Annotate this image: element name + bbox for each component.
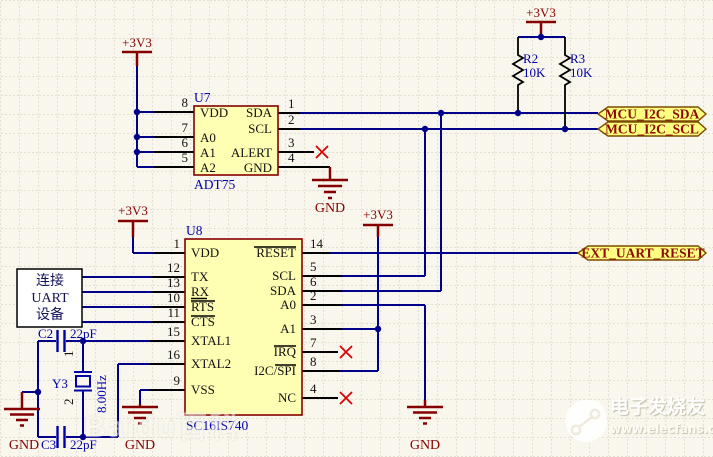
junction-dot xyxy=(35,389,41,395)
chip-u7-designator: U7 xyxy=(194,90,211,105)
pin-number: 7 xyxy=(310,335,317,350)
junction-dot xyxy=(80,338,86,344)
junction-dot xyxy=(80,434,86,440)
junction-dot xyxy=(562,126,568,132)
chip-u8-designator: U8 xyxy=(186,223,203,238)
crystal-pin2-number: 2 xyxy=(61,399,76,406)
pin-number: 15 xyxy=(167,324,180,339)
pin-number: 10 xyxy=(167,290,180,305)
resistor-r3-value: 10K xyxy=(570,65,593,80)
pin-name: RX xyxy=(191,284,210,299)
pin-number: 5 xyxy=(310,259,317,274)
pin-number: 11 xyxy=(167,305,180,320)
crystal-body xyxy=(76,376,90,387)
power-rail-label: +3V3 xyxy=(118,203,148,218)
pin-number: 9 xyxy=(174,373,181,388)
pin-name: NC xyxy=(278,390,296,405)
pin-name: A0 xyxy=(280,297,296,312)
pin-name: VSS xyxy=(191,382,215,397)
pin-number: 8 xyxy=(182,95,189,110)
uart-box-line2: UART xyxy=(31,291,69,306)
uart-device-box: 连接 UART 设备 xyxy=(17,269,82,327)
pin-name: SDA xyxy=(246,105,273,120)
pin-number: 6 xyxy=(182,135,189,150)
chip-u7-part: ADT75 xyxy=(194,177,235,192)
port-label: MCU_I2C_SDA xyxy=(605,107,700,122)
pin-name: XTAL2 xyxy=(191,356,231,371)
junction-dot xyxy=(438,110,444,116)
elecfans-logo-icon xyxy=(565,400,607,442)
pin-number: 4 xyxy=(288,150,295,165)
junction-dot xyxy=(538,34,544,40)
ground-label: GND xyxy=(9,438,39,453)
pin-name: SDA xyxy=(270,283,297,298)
pin-name: A2 xyxy=(200,160,216,175)
pin-number: 7 xyxy=(182,120,189,135)
chip-u8-part: SC16IS740 xyxy=(186,418,249,433)
chip-u8: U8 SC16IS740 1 12 13 10 11 15 16 9 14 5 … xyxy=(167,223,324,433)
uart-box-line3: 设备 xyxy=(36,306,64,323)
junction-dot xyxy=(422,126,428,132)
crystal-pin1-number: 1 xyxy=(61,351,76,358)
junction-dot xyxy=(375,326,381,332)
pin-name: XTAL1 xyxy=(191,333,231,348)
junction-dot xyxy=(515,110,521,116)
pin-name: A0 xyxy=(200,130,216,145)
power-rail-label: +3V3 xyxy=(526,5,556,20)
port-mcu-i2c-sda: MCU_I2C_SDA xyxy=(598,107,706,122)
pin-number: 2 xyxy=(310,288,317,303)
pin-number: 6 xyxy=(310,274,317,289)
pin-name: ALERT xyxy=(231,145,272,160)
pin-number: 3 xyxy=(288,135,295,150)
pin-name: SCL xyxy=(272,268,296,283)
schematic-canvas: R2 10K R3 10K +3V3 +3V3 +3V3 +3V3 GND GN… xyxy=(0,0,713,457)
crystal-value: 8.00Hz xyxy=(94,375,109,413)
pin-name: SCL xyxy=(248,121,272,136)
junction-dot xyxy=(134,134,140,140)
resistor-r2-ref: R2 xyxy=(523,51,538,66)
uart-box-line1: 连接 xyxy=(36,272,64,289)
capacitor-c3-ref: C3 xyxy=(41,437,56,452)
power-rail-label: +3V3 xyxy=(363,207,393,222)
resistor-r2-value: 10K xyxy=(523,65,546,80)
junction-dot xyxy=(134,149,140,155)
pin-number: 3 xyxy=(310,312,317,327)
pin-name: A1 xyxy=(200,145,216,160)
port-label: EXT_UART_RESET xyxy=(581,246,704,261)
port-label: MCU_I2C_SCL xyxy=(605,122,699,137)
port-mcu-i2c-scl: MCU_I2C_SCL xyxy=(598,122,706,137)
ground-label: GND xyxy=(315,201,345,216)
schematic-drawing: R2 10K R3 10K +3V3 +3V3 +3V3 +3V3 GND GN… xyxy=(0,0,713,457)
pin-name: VDD xyxy=(200,105,228,120)
resistor-r3-ref: R3 xyxy=(570,51,585,66)
pin-number: 1 xyxy=(288,96,295,111)
ground-label: GND xyxy=(125,438,155,453)
pin-number: 16 xyxy=(167,347,181,362)
pin-number: 12 xyxy=(167,260,180,275)
ground-label: GND xyxy=(410,438,440,453)
crystal-ref: Y3 xyxy=(52,376,68,391)
pin-number: 13 xyxy=(167,275,180,290)
pin-name: VDD xyxy=(191,245,219,260)
pin-number: 1 xyxy=(174,236,181,251)
capacitor-c2-ref: C2 xyxy=(38,326,53,341)
pin-number: 8 xyxy=(310,354,317,369)
pin-name: TX xyxy=(191,269,209,284)
junction-dot xyxy=(134,109,140,115)
pin-number: 14 xyxy=(310,236,324,251)
pin-number: 5 xyxy=(182,150,189,165)
pin-number: 2 xyxy=(288,112,295,127)
pin-name: GND xyxy=(244,160,272,175)
power-rail-label: +3V3 xyxy=(122,35,152,50)
pin-name: A1 xyxy=(280,321,296,336)
pin-number: 4 xyxy=(310,381,317,396)
port-ext-uart-reset: EXT_UART_RESET xyxy=(578,246,706,261)
